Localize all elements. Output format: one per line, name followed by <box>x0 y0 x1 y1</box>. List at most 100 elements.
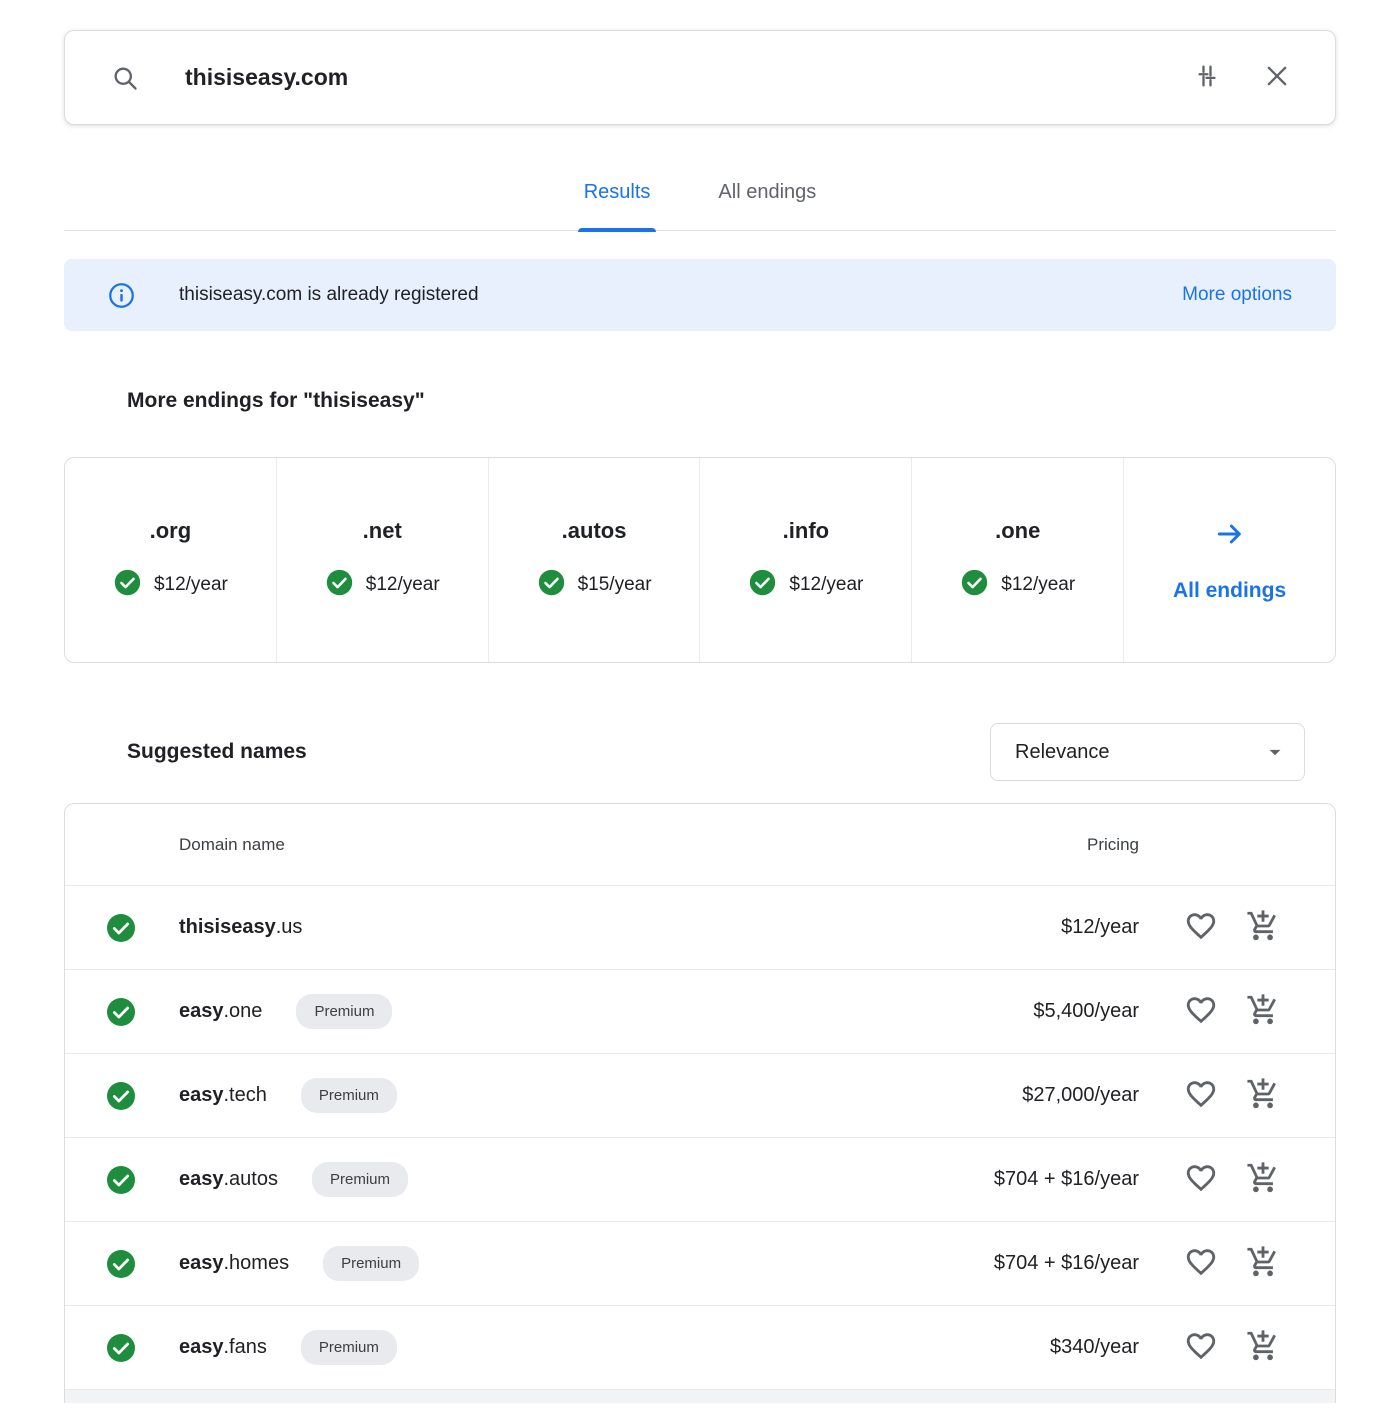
premium-badge: Premium <box>296 994 392 1029</box>
ending-tld: .autos <box>562 518 627 544</box>
favorite-button[interactable] <box>1177 1156 1225 1204</box>
domain-name: easy.homes <box>179 1252 289 1275</box>
ending-price-label: $12/year <box>1001 574 1075 596</box>
ending-tld: .net <box>363 518 402 544</box>
heart-icon <box>1184 909 1218 946</box>
table-row[interactable]: thisiseasy.us $12/year <box>65 886 1335 970</box>
more-options-link[interactable]: More options <box>1182 284 1292 306</box>
ending-card-org[interactable]: .org $12/year <box>65 458 277 662</box>
tab-all-endings[interactable]: All endings <box>712 165 822 230</box>
results-tabs: Results All endings <box>64 165 1336 231</box>
sort-value: Relevance <box>1015 741 1110 764</box>
add-to-cart-button[interactable] <box>1239 988 1287 1036</box>
suggested-names-table: Domain name Pricing thisiseasy.us $12/ye… <box>64 803 1336 1403</box>
domain-price: $704 + $16/year <box>994 1168 1139 1191</box>
add-to-cart-button[interactable] <box>1239 1324 1287 1372</box>
domain-name: easy.one <box>179 1000 262 1023</box>
add-to-cart-button[interactable] <box>1239 904 1287 952</box>
available-check-icon <box>105 1164 137 1196</box>
available-check-icon <box>105 1248 137 1280</box>
ending-card-one[interactable]: .one $12/year <box>912 458 1124 662</box>
add-cart-icon <box>1246 1161 1280 1198</box>
table-row[interactable]: easy.fans Premium $340/year <box>65 1306 1335 1390</box>
ending-card-info[interactable]: .info $12/year <box>700 458 912 662</box>
chevron-down-icon <box>1262 739 1288 765</box>
column-header-domain: Domain name <box>179 835 1087 855</box>
filter-tune-button[interactable] <box>1183 54 1231 102</box>
ending-tld: .org <box>150 518 192 544</box>
available-check-icon <box>105 1080 137 1112</box>
suggested-names-title: Suggested names <box>127 740 307 764</box>
available-check-icon <box>105 1332 137 1364</box>
endings-card: .org $12/year .net $12/year .autos $15/y… <box>64 457 1336 663</box>
premium-badge: Premium <box>301 1330 397 1365</box>
favorite-button[interactable] <box>1177 1324 1225 1372</box>
registered-banner: thisiseasy.com is already registered Mor… <box>64 259 1336 331</box>
search-input[interactable] <box>185 64 1161 91</box>
tab-results[interactable]: Results <box>578 165 657 230</box>
favorite-button[interactable] <box>1177 904 1225 952</box>
available-check-icon <box>105 996 137 1028</box>
page: Results All endings thisiseasy.com is al… <box>64 30 1336 1403</box>
available-check-icon <box>113 568 142 603</box>
all-endings-card[interactable]: All endings <box>1124 458 1335 662</box>
all-endings-label: All endings <box>1173 579 1286 603</box>
favorite-button[interactable] <box>1177 1240 1225 1288</box>
table-row[interactable]: easy.homes Premium $704 + $16/year <box>65 1222 1335 1306</box>
premium-badge: Premium <box>323 1246 419 1281</box>
add-to-cart-button[interactable] <box>1239 1072 1287 1120</box>
ending-price-label: $12/year <box>366 574 440 596</box>
add-cart-icon <box>1246 1245 1280 1282</box>
tune-icon <box>1193 62 1221 93</box>
more-endings-title: More endings for "thisiseasy" <box>127 389 1336 413</box>
add-cart-icon <box>1246 1077 1280 1114</box>
close-icon <box>1263 62 1291 93</box>
table-row[interactable]: easy.autos Premium $704 + $16/year <box>65 1138 1335 1222</box>
premium-badge: Premium <box>312 1162 408 1197</box>
available-check-icon <box>960 568 989 603</box>
table-row[interactable]: easy.one Premium $5,400/year <box>65 970 1335 1054</box>
domain-name: easy.fans <box>179 1336 267 1359</box>
sort-dropdown[interactable]: Relevance <box>990 723 1305 781</box>
search-icon <box>111 64 139 92</box>
add-to-cart-button[interactable] <box>1239 1156 1287 1204</box>
table-row[interactable]: easy.tech Premium $27,000/year <box>65 1054 1335 1138</box>
favorite-button[interactable] <box>1177 988 1225 1036</box>
clear-search-button[interactable] <box>1253 54 1301 102</box>
heart-icon <box>1184 1077 1218 1114</box>
ending-tld: .info <box>783 518 829 544</box>
search-bar <box>64 30 1336 125</box>
domain-price: $340/year <box>1050 1336 1139 1359</box>
domain-price: $27,000/year <box>1022 1084 1139 1107</box>
ending-price-label: $12/year <box>789 574 863 596</box>
add-cart-icon <box>1246 909 1280 946</box>
available-check-icon <box>748 568 777 603</box>
premium-badge: Premium <box>301 1078 397 1113</box>
domain-price: $5,400/year <box>1033 1000 1139 1023</box>
heart-icon <box>1184 993 1218 1030</box>
domain-price: $12/year <box>1061 916 1139 939</box>
ending-tld: .one <box>995 518 1040 544</box>
suggested-names-header: Suggested names Relevance <box>64 723 1336 781</box>
ending-card-autos[interactable]: .autos $15/year <box>489 458 701 662</box>
arrow-right-icon <box>1214 518 1246 555</box>
add-cart-icon <box>1246 993 1280 1030</box>
ending-price-label: $12/year <box>154 574 228 596</box>
domain-name: easy.tech <box>179 1084 267 1107</box>
domain-name: thisiseasy.us <box>179 916 302 939</box>
available-check-icon <box>105 912 137 944</box>
ending-card-net[interactable]: .net $12/year <box>277 458 489 662</box>
banner-message: thisiseasy.com is already registered <box>179 284 479 306</box>
heart-icon <box>1184 1329 1218 1366</box>
available-check-icon <box>537 568 566 603</box>
table-header: Domain name Pricing <box>65 804 1335 886</box>
info-icon <box>108 282 135 309</box>
ending-price-label: $15/year <box>578 574 652 596</box>
add-to-cart-button[interactable] <box>1239 1240 1287 1288</box>
add-cart-icon <box>1246 1329 1280 1366</box>
column-header-pricing: Pricing <box>1087 835 1139 855</box>
favorite-button[interactable] <box>1177 1072 1225 1120</box>
heart-icon <box>1184 1161 1218 1198</box>
heart-icon <box>1184 1245 1218 1282</box>
domain-name: easy.autos <box>179 1168 278 1191</box>
